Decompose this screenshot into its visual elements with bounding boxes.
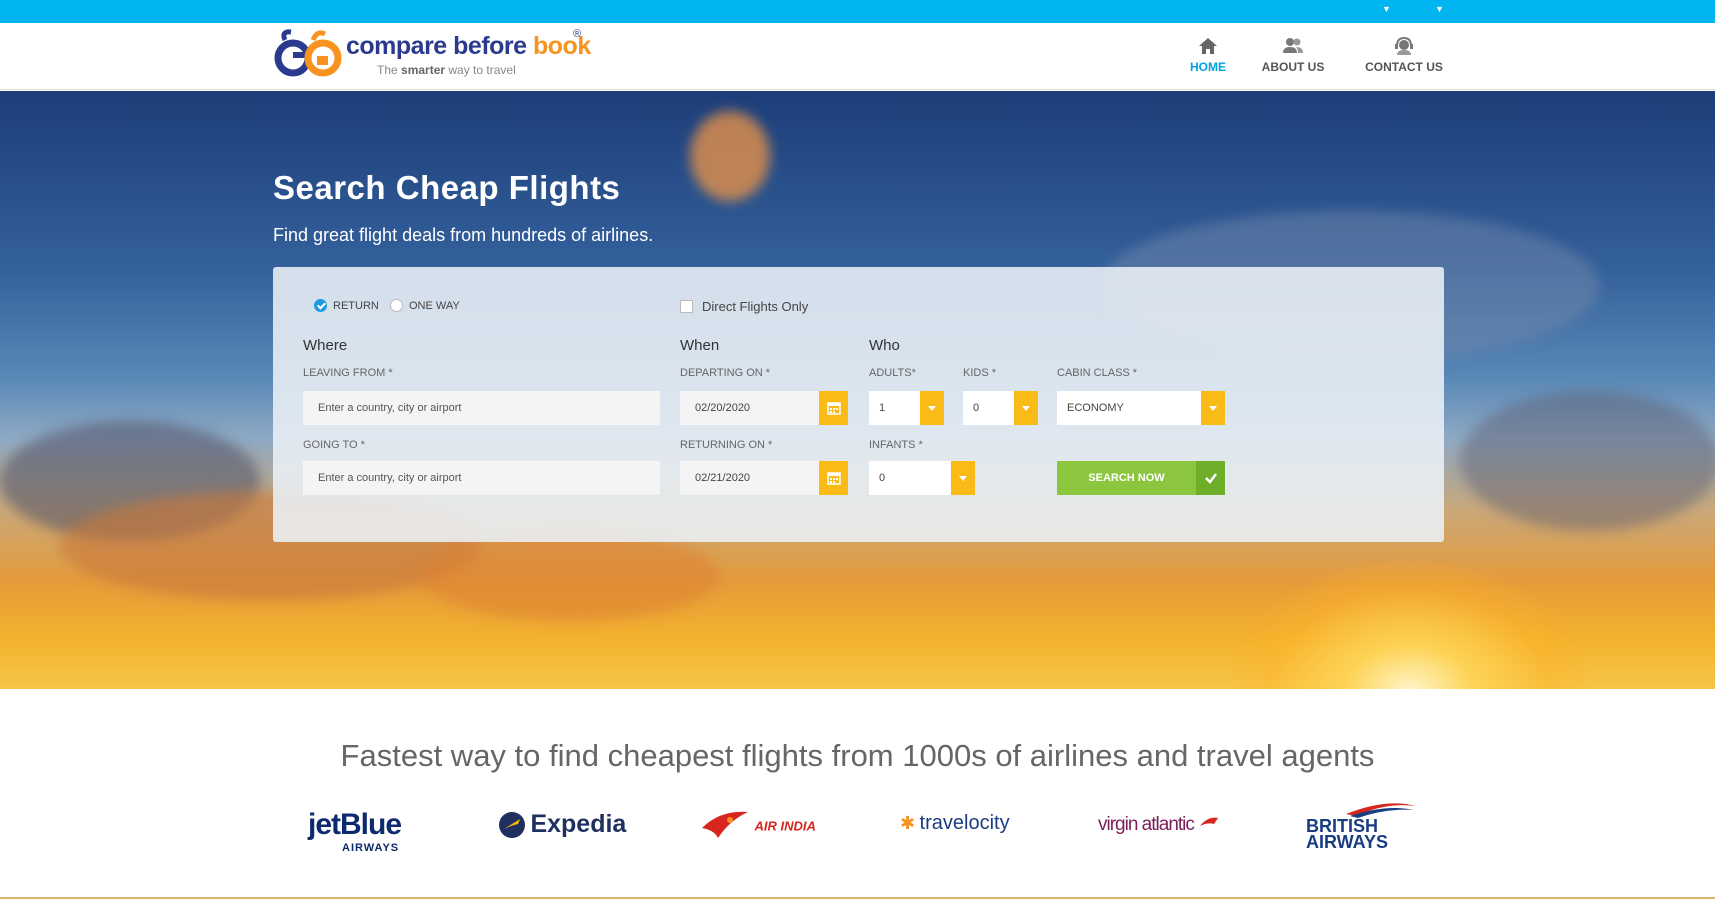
trip-return-label: RETURN xyxy=(333,299,379,312)
site-header: compare before book ® The smarter way to… xyxy=(0,23,1715,90)
expedia-globe-icon xyxy=(499,811,525,838)
trip-oneway-option[interactable]: ONE WAY xyxy=(390,299,460,312)
trip-return-option[interactable]: RETURN xyxy=(314,299,379,312)
air-india-name: AIR INDIA xyxy=(754,818,816,834)
partners-heading: Fastest way to find cheapest flights fro… xyxy=(340,738,1375,773)
going-to-label: GOING TO * xyxy=(303,439,365,451)
virgin-flag-icon xyxy=(1200,817,1219,826)
calendar-icon[interactable] xyxy=(819,391,848,425)
chevron-down-icon xyxy=(1014,391,1038,425)
expedia-name: Expedia xyxy=(530,810,627,838)
ba-name-line2: AIRWAYS xyxy=(1306,832,1389,852)
air-india-logo: AIR INDIA xyxy=(700,808,816,844)
where-heading: Where xyxy=(303,337,348,354)
when-heading: When xyxy=(680,337,720,354)
tagline-bold: smarter xyxy=(401,63,446,77)
travelocity-logo: ✱ travelocity xyxy=(900,812,1010,835)
departing-on-label: DEPARTING ON * xyxy=(680,367,771,379)
infants-value: 0 xyxy=(879,472,886,484)
adults-select[interactable]: 1 xyxy=(869,391,944,425)
language-dropdown-icon[interactable]: ▼ xyxy=(1382,4,1391,14)
departing-on-value: 02/20/2020 xyxy=(695,402,751,414)
going-to-input[interactable]: Enter a country, city or airport xyxy=(303,461,660,495)
brand-name-part1: compare before xyxy=(346,32,534,60)
who-heading: Who xyxy=(869,337,900,354)
air-india-emblem-icon xyxy=(702,811,748,838)
search-now-button[interactable]: SEARCH NOW xyxy=(1057,461,1225,495)
returning-on-value: 02/21/2020 xyxy=(695,472,751,484)
site-logo[interactable]: compare before book ® The smarter way to… xyxy=(273,26,593,82)
trip-oneway-label: ONE WAY xyxy=(409,299,460,312)
infants-label: INFANTS * xyxy=(869,439,923,451)
search-now-label: SEARCH NOW xyxy=(1088,472,1165,484)
travelocity-star-icon: ✱ xyxy=(900,813,916,833)
brand-name-part2: book xyxy=(533,32,591,60)
registered-mark: ® xyxy=(573,28,582,40)
tagline-post: way to travel xyxy=(445,63,516,77)
infants-select[interactable]: 0 xyxy=(869,461,975,495)
adults-label: ADULTS* xyxy=(869,367,916,379)
nav-about-label: ABOUT US xyxy=(1261,60,1325,74)
cloud xyxy=(690,111,770,201)
chevron-down-icon xyxy=(920,391,944,425)
cabin-class-value: ECONOMY xyxy=(1067,402,1124,414)
nav-about-us[interactable]: ABOUT US xyxy=(1261,37,1325,74)
virgin-atlantic-logo: virgin atlantic xyxy=(1098,814,1220,836)
users-icon xyxy=(1261,37,1325,57)
kids-value: 0 xyxy=(973,402,980,414)
calendar-icon[interactable] xyxy=(819,461,848,495)
cloud xyxy=(1460,391,1715,531)
nav-home[interactable]: HOME xyxy=(1182,37,1234,74)
jetblue-logo: jetBlue AIRWAYS xyxy=(308,808,402,854)
nav-contact-label: CONTACT US xyxy=(1365,60,1443,74)
checkmark-icon xyxy=(1196,461,1225,495)
tagline-pre: The xyxy=(377,63,402,77)
cloud xyxy=(420,531,720,621)
cabin-class-select[interactable]: ECONOMY xyxy=(1057,391,1225,425)
support-agent-icon xyxy=(1363,36,1445,57)
logo-mark-icon xyxy=(274,29,342,77)
nav-home-label: HOME xyxy=(1190,60,1226,74)
sun-glow xyxy=(1230,561,1590,689)
jetblue-sub: AIRWAYS xyxy=(342,842,400,854)
leaving-from-input[interactable]: Enter a country, city or airport xyxy=(303,391,660,425)
hero-subtitle: Find great flight deals from hundreds of… xyxy=(273,225,654,245)
returning-on-label: RETURNING ON * xyxy=(680,439,773,451)
direct-flights-checkbox[interactable]: Direct Flights Only xyxy=(680,299,808,314)
travelocity-name: travelocity xyxy=(919,812,1010,834)
brand-tagline: The smarter way to travel xyxy=(377,63,516,77)
hero-banner: Search Cheap Flights Find great flight d… xyxy=(0,91,1715,689)
chevron-down-icon xyxy=(951,461,975,495)
checkbox-icon xyxy=(680,300,693,313)
nav-contact-us[interactable]: CONTACT US xyxy=(1363,36,1445,74)
kids-select[interactable]: 0 xyxy=(963,391,1038,425)
virgin-atlantic-name: virgin atlantic xyxy=(1098,814,1195,835)
expedia-logo: Expedia xyxy=(498,810,626,839)
adults-value: 1 xyxy=(879,402,886,414)
cabin-class-label: CABIN CLASS * xyxy=(1057,367,1138,379)
hero-title: Search Cheap Flights xyxy=(273,169,621,206)
ba-ribbon-icon xyxy=(1346,803,1416,818)
british-airways-logo: BRITISH AIRWAYS xyxy=(1306,803,1416,852)
leaving-from-label: LEAVING FROM * xyxy=(303,367,393,379)
currency-dropdown-icon[interactable]: ▼ xyxy=(1435,4,1444,14)
kids-label: KIDS * xyxy=(963,367,997,379)
direct-flights-label: Direct Flights Only xyxy=(702,299,809,314)
top-bar: ▼ ▼ xyxy=(0,0,1715,23)
departing-on-input[interactable]: 02/20/2020 xyxy=(680,391,848,425)
radio-checked-icon xyxy=(314,299,327,312)
radio-unchecked-icon xyxy=(390,299,403,312)
brand-name: compare before book xyxy=(346,32,591,61)
flight-search-form: RETURN ONE WAY Direct Flights Only Where… xyxy=(273,267,1444,542)
home-icon xyxy=(1182,37,1234,57)
jetblue-name: jetBlue xyxy=(308,808,402,841)
returning-on-input[interactable]: 02/21/2020 xyxy=(680,461,848,495)
chevron-down-icon xyxy=(1201,391,1225,425)
